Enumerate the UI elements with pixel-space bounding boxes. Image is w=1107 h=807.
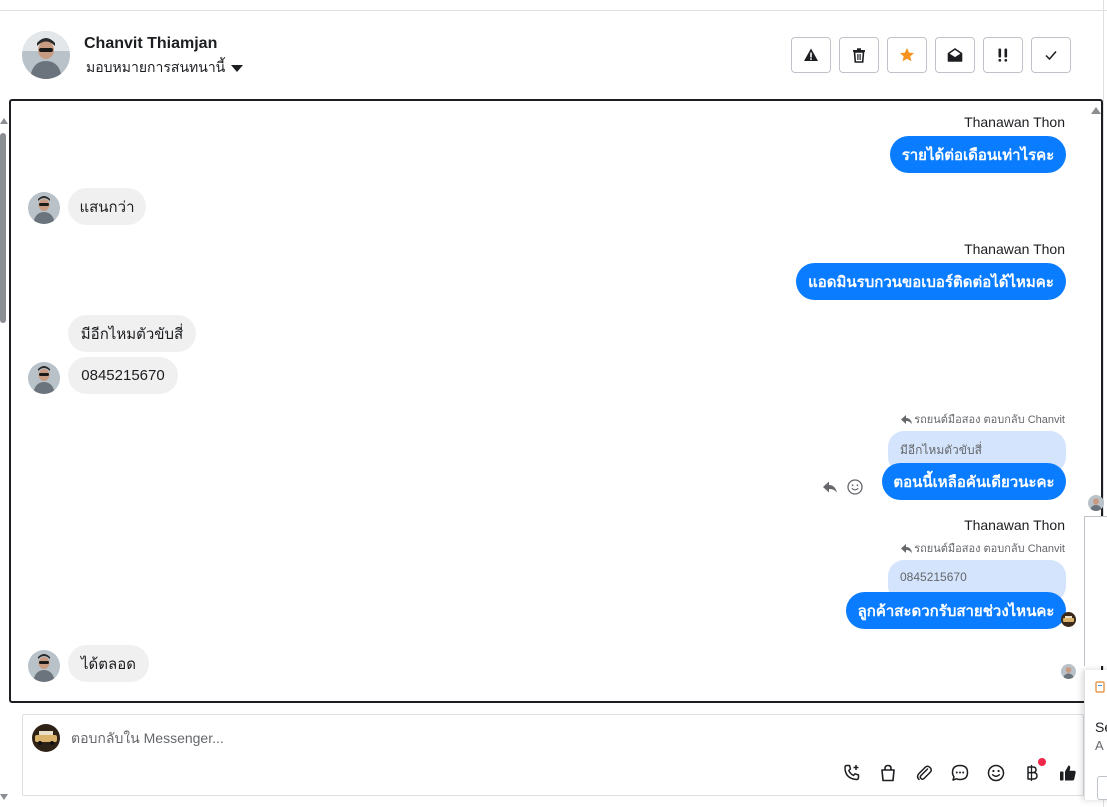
sender-name: Thanawan Thon — [964, 241, 1065, 257]
saved-replies-button[interactable] — [949, 762, 971, 784]
incoming-message[interactable]: มีอีกไหมตัวขับสี่ — [68, 315, 196, 352]
outgoing-message[interactable]: รายได้ต่อเดือนเท่าไรคะ — [890, 136, 1066, 173]
caret-down-icon — [231, 65, 244, 72]
contact-avatar-small — [28, 192, 60, 224]
call-button[interactable] — [841, 762, 863, 784]
thread-scroll-up-icon[interactable] — [1091, 107, 1101, 114]
reply-context: รถยนต์มือสอง ตอบกลับ Chanvit — [901, 410, 1065, 428]
message-thread[interactable]: Thanawan Thon รายได้ต่อเดือนเท่าไรคะ แสน… — [9, 99, 1103, 703]
outgoing-message[interactable]: ตอนนี้เหลือคันเดียวนะคะ — [882, 463, 1066, 500]
reply-context-text: รถยนต์มือสอง ตอบกลับ Chanvit — [914, 414, 1065, 426]
paperclip-icon — [916, 765, 932, 781]
like-button[interactable] — [1057, 762, 1079, 784]
conversation-header: Chanvit Thiamjan มอบหมายการสนทนานี้ — [0, 11, 1100, 99]
mark-done-button[interactable] — [1031, 37, 1071, 73]
conversation-actions — [791, 37, 1071, 73]
attach-button[interactable] — [913, 762, 935, 784]
react-emoji-icon[interactable] — [847, 479, 863, 500]
contact-name[interactable]: Chanvit Thiamjan — [84, 35, 217, 53]
page-scrollbar-thumb[interactable] — [0, 133, 6, 323]
emoji-button[interactable] — [985, 762, 1007, 784]
star-icon — [900, 48, 914, 62]
seen-by-contact-avatar — [1061, 664, 1076, 679]
side-contact-avatar[interactable] — [1088, 495, 1104, 511]
reply-input[interactable] — [71, 727, 811, 749]
star-button[interactable] — [887, 37, 927, 73]
side-chat-box — [1084, 516, 1107, 666]
mark-unread-button[interactable] — [935, 37, 975, 73]
follow-up-button[interactable] — [983, 37, 1023, 73]
incoming-message[interactable]: แสนกว่า — [68, 188, 146, 225]
shop-button[interactable] — [877, 762, 899, 784]
thumbs-up-icon — [1060, 765, 1076, 781]
scroll-up-arrow-icon[interactable] — [0, 118, 8, 124]
assign-conversation-dropdown[interactable]: มอบหมายการสนทนานี้ — [86, 57, 244, 79]
payment-button[interactable] — [1021, 758, 1046, 784]
outgoing-message[interactable]: ลูกค้าสะดวกรับสายช่วงไหนคะ — [846, 592, 1066, 629]
contact-avatar-small — [28, 362, 60, 394]
spam-button[interactable] — [791, 37, 831, 73]
assign-label: มอบหมายการสนทนานี้ — [86, 59, 226, 75]
incoming-message[interactable]: ได้ตลอด — [68, 645, 149, 682]
incoming-message[interactable]: 0845215670 — [68, 357, 178, 394]
side-card-icon — [1095, 681, 1105, 693]
reply-icon[interactable] — [823, 480, 837, 498]
sender-name: Thanawan Thon — [964, 517, 1065, 533]
chat-bubble-icon — [951, 764, 969, 781]
warning-icon — [804, 48, 818, 61]
side-card-title: Se — [1095, 719, 1107, 735]
envelope-open-icon — [947, 48, 963, 62]
reply-arrow-icon — [901, 543, 913, 553]
outgoing-message[interactable]: แอดมินรบกวนขอเบอร์ติดต่อได้ไหมคะ — [796, 263, 1066, 300]
shopping-bag-icon — [881, 764, 895, 782]
contact-avatar-small — [28, 650, 60, 682]
reply-arrow-icon — [901, 414, 913, 424]
double-exclamation-icon — [998, 48, 1008, 62]
smiley-icon — [987, 764, 1005, 782]
page-avatar — [32, 724, 60, 752]
contact-avatar[interactable] — [22, 31, 70, 79]
baht-currency-icon — [1027, 765, 1038, 781]
notification-dot — [1038, 758, 1046, 766]
reply-context-text: รถยนต์มือสอง ตอบกลับ Chanvit — [914, 543, 1065, 555]
reply-context: รถยนต์มือสอง ตอบกลับ Chanvit — [901, 539, 1065, 557]
side-card-subtitle: A — [1095, 738, 1104, 753]
reply-composer — [22, 714, 1084, 796]
delete-button[interactable] — [839, 37, 879, 73]
side-panel-fragment: Se A — [1081, 490, 1107, 807]
composer-toolbar — [841, 758, 1079, 784]
check-icon — [1045, 51, 1057, 61]
scroll-down-arrow-icon[interactable] — [0, 794, 8, 800]
sender-name: Thanawan Thon — [964, 114, 1065, 130]
seen-by-page-avatar — [1061, 612, 1076, 627]
phone-plus-icon — [844, 764, 860, 781]
side-card-button[interactable] — [1097, 776, 1107, 800]
trash-icon — [853, 48, 865, 63]
